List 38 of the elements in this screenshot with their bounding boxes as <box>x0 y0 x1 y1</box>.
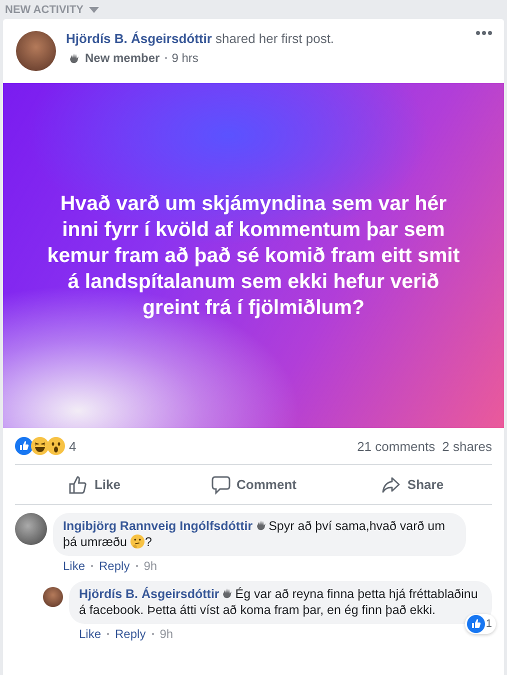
surprised-emoji-icon <box>47 437 65 455</box>
comment-button[interactable]: Comment <box>174 467 333 502</box>
thinking-emoji-icon <box>130 534 145 549</box>
reply-link[interactable]: Reply <box>115 627 146 641</box>
reaction-count[interactable]: 4 <box>69 438 76 454</box>
comment-time: 9h <box>144 559 158 573</box>
laughing-emoji-icon <box>31 437 49 455</box>
speech-bubble-icon <box>210 474 231 494</box>
reaction-count: 1 <box>486 617 492 632</box>
member-label: New member <box>85 51 160 65</box>
like-reaction-icon <box>15 437 33 455</box>
post-text: Hvað varð um skjámyndina sem var hér inni fyrr í kvöld af kommentum þar sem kemur fram að það sé komið fram eitt smit á landspítalanum sem ekki hefur verið greint frá í fjölmiðlum? <box>46 190 461 320</box>
comments-count[interactable]: 21 comments <box>357 438 436 454</box>
author-name-link[interactable]: Hjördís B. Ásgeirsdóttir <box>66 31 212 46</box>
post-time[interactable]: 9 hrs <box>172 51 198 65</box>
hand-wave-icon <box>221 587 234 599</box>
share-button[interactable]: Share <box>333 467 492 502</box>
comment-time: 9h <box>160 627 174 641</box>
reaction-count-badge[interactable]: 1 <box>464 614 496 634</box>
like-link[interactable]: Like <box>79 627 102 641</box>
avatar-placeholder[interactable] <box>15 513 47 545</box>
dropdown-caret-icon[interactable] <box>89 6 100 12</box>
like-button[interactable]: Like <box>15 467 174 502</box>
commenter-name-link[interactable]: Hjördís B. Ásgeirsdóttir <box>79 587 220 601</box>
post-headline: Hjördís B. Ásgeirsdóttir shared her first post. <box>66 31 334 46</box>
hand-wave-icon <box>254 519 267 531</box>
reply-link[interactable]: Reply <box>99 559 130 573</box>
shares-count[interactable]: 2 shares <box>442 438 492 454</box>
more-options-button[interactable] <box>474 29 494 37</box>
share-arrow-icon <box>381 474 402 494</box>
avatar-placeholder[interactable] <box>16 31 56 71</box>
like-reaction-icon <box>466 615 485 633</box>
hand-wave-icon <box>68 52 80 64</box>
commenter-name-link[interactable]: Ingibjörg Rannveig Ingólfsdóttir <box>63 519 253 533</box>
like-link[interactable]: Like <box>63 559 86 573</box>
comment-text: Ingibjörg Rannveig Ingólfsdóttir Spyr að því sama,hvað varð um þá umræðu ? <box>63 518 446 550</box>
thumbs-up-icon <box>68 474 88 494</box>
avatar-placeholder[interactable] <box>43 587 63 607</box>
